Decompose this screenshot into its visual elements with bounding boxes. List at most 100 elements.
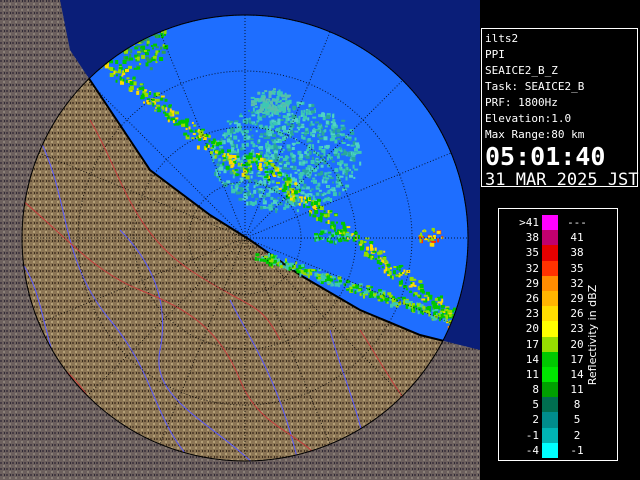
echo-cell (219, 146, 224, 149)
echo-cell (236, 155, 240, 158)
echo-cell (275, 106, 278, 108)
echo-cell (351, 156, 356, 160)
echo-cell (256, 98, 259, 101)
echo-cell (303, 183, 307, 188)
echo-cell (423, 294, 428, 297)
echo-cell (347, 151, 351, 154)
echo-cell (324, 197, 329, 201)
legend-color-swatch (542, 275, 558, 291)
echo-cell (330, 198, 333, 202)
echo-cell (384, 260, 388, 264)
legend-lower-value: 35 (525, 246, 539, 260)
echo-cell (279, 265, 283, 269)
echo-cell (258, 139, 261, 143)
echo-cell (115, 60, 119, 64)
echo-cell (288, 266, 291, 271)
echo-cell (408, 285, 413, 288)
echo-cell (319, 206, 324, 210)
echo-cell (242, 119, 245, 124)
legend-row: -1 2 (499, 427, 599, 443)
echo-cell (265, 100, 268, 103)
legend-row: 25 (499, 412, 599, 428)
echo-cell (238, 191, 243, 194)
echo-cell (314, 107, 316, 110)
echo-cell (438, 313, 441, 315)
echo-cell (110, 67, 114, 71)
echo-cell (153, 43, 158, 47)
echo-cell (262, 164, 266, 168)
echo-cell (235, 173, 239, 177)
echo-cell (372, 250, 377, 253)
echo-cell (286, 144, 291, 149)
echo-cell (283, 186, 286, 189)
echo-cell (312, 206, 315, 209)
echo-cell (245, 185, 248, 189)
echo-cell (266, 154, 270, 157)
echo-cell (323, 210, 326, 213)
legend-row: 32 35 (499, 260, 599, 276)
echo-cell (294, 182, 298, 186)
echo-cell (298, 173, 303, 176)
echo-cell (241, 172, 245, 177)
echo-cell (237, 139, 240, 142)
echo-cell (255, 130, 258, 133)
echo-cell (281, 160, 284, 164)
scan-name: SEAICE2_B_Z (485, 64, 558, 77)
echo-cell (222, 134, 226, 137)
echo-cell (339, 279, 342, 283)
legend-color-swatch (542, 306, 558, 322)
echo-cell (381, 266, 384, 269)
echo-cell (366, 285, 371, 288)
echo-cell (309, 272, 313, 276)
radar-map[interactable] (0, 0, 480, 480)
echo-cell (383, 250, 386, 253)
echo-cell (304, 155, 308, 158)
echo-cell (229, 159, 232, 163)
echo-cell (366, 253, 369, 258)
echo-cell (272, 122, 277, 124)
echo-cell (180, 119, 185, 124)
legend-color-swatch (542, 230, 558, 246)
echo-cell (317, 182, 321, 187)
echo-cell (321, 131, 325, 136)
echo-cell (390, 275, 392, 279)
echo-cell (311, 156, 314, 160)
echo-cell (274, 153, 278, 158)
echo-cell (113, 70, 116, 75)
echo-cell (316, 217, 319, 222)
echo-cell (322, 194, 325, 197)
echo-cell (249, 128, 252, 131)
echo-cell (297, 123, 301, 127)
legend-color-swatch (542, 321, 558, 337)
echo-cell (171, 110, 175, 114)
echo-cell (376, 259, 380, 264)
echo-cell (340, 133, 345, 137)
echo-cell (121, 74, 124, 77)
echo-cell (164, 98, 168, 102)
echo-cell (308, 143, 312, 146)
echo-cell (317, 172, 322, 176)
echo-cell (287, 94, 291, 97)
echo-cell (129, 57, 134, 61)
echo-cell (281, 98, 286, 101)
echo-cell (289, 173, 292, 178)
echo-cell (298, 188, 301, 192)
echo-cell (125, 80, 128, 83)
echo-cell (232, 175, 235, 179)
echo-cell (348, 153, 351, 157)
echo-cell (263, 132, 267, 136)
echo-cell (251, 121, 254, 125)
echo-cell (334, 168, 337, 171)
echo-cell (344, 235, 347, 238)
echo-cell (122, 78, 125, 82)
echo-cell (240, 188, 244, 192)
echo-cell (302, 161, 306, 164)
echo-cell (254, 123, 257, 126)
echo-cell (162, 106, 165, 111)
echo-cell (259, 157, 264, 162)
echo-cell (311, 110, 315, 114)
echo-cell (339, 175, 344, 178)
echo-cell (249, 138, 254, 141)
echo-cell (255, 179, 258, 183)
echo-cell (281, 94, 286, 98)
